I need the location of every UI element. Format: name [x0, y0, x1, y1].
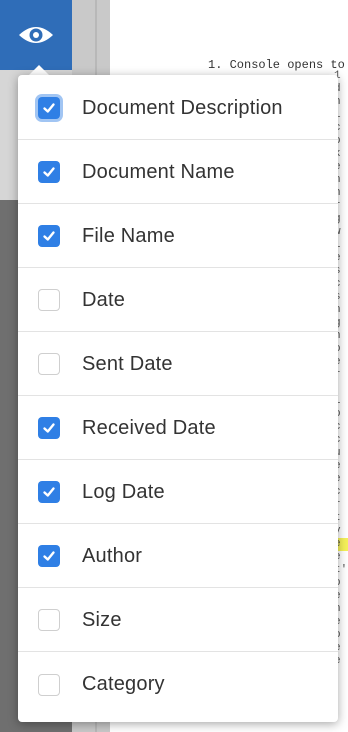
column-option-label: Document Name: [82, 160, 235, 183]
column-option-size[interactable]: Size: [18, 589, 338, 652]
column-option-date[interactable]: Date: [18, 269, 338, 332]
checkmark-icon: [43, 103, 55, 113]
checkmark-icon: [43, 167, 55, 177]
column-option-label: Size: [82, 608, 122, 631]
checkbox-author[interactable]: [38, 545, 60, 567]
checkbox-category[interactable]: [38, 673, 60, 696]
column-option-log-date[interactable]: Log Date: [18, 461, 338, 524]
column-option-label: Date: [82, 288, 126, 311]
column-option-label: Log Date: [82, 480, 165, 503]
column-option-document-name[interactable]: Document Name: [18, 141, 338, 204]
checkmark-icon: [43, 231, 55, 241]
column-option-sent-date[interactable]: Sent Date: [18, 333, 338, 396]
checkbox-file-name[interactable]: [38, 225, 60, 247]
column-option-file-name[interactable]: File Name: [18, 205, 338, 268]
column-option-label: Author: [82, 544, 143, 567]
eye-icon: [19, 27, 53, 43]
checkbox-sent-date[interactable]: [38, 353, 60, 375]
column-option-label: File Name: [82, 224, 175, 247]
checkbox-size[interactable]: [38, 609, 60, 631]
checkbox-received-date[interactable]: [38, 417, 60, 439]
column-option-label: Category: [82, 673, 165, 695]
checkbox-document-description[interactable]: [38, 97, 60, 119]
document-heading: 1. Console opens to N: [208, 58, 348, 72]
column-option-received-date[interactable]: Received Date: [18, 397, 338, 460]
checkmark-icon: [43, 487, 55, 497]
checkbox-date[interactable]: [38, 289, 60, 311]
column-option-category[interactable]: Category: [18, 653, 338, 716]
column-option-document-description[interactable]: Document Description: [18, 77, 338, 140]
checkbox-log-date[interactable]: [38, 481, 60, 503]
column-option-author[interactable]: Author: [18, 525, 338, 588]
checkbox-document-name[interactable]: [38, 161, 60, 183]
column-option-label: Sent Date: [82, 352, 173, 375]
column-visibility-button[interactable]: [0, 0, 72, 70]
checkmark-icon: [43, 551, 55, 561]
checkmark-icon: [43, 423, 55, 433]
column-option-label: Received Date: [82, 416, 216, 439]
column-picker-popup: Document Description Document Name File Na…: [18, 75, 338, 722]
column-option-label: Document Description: [82, 96, 283, 119]
